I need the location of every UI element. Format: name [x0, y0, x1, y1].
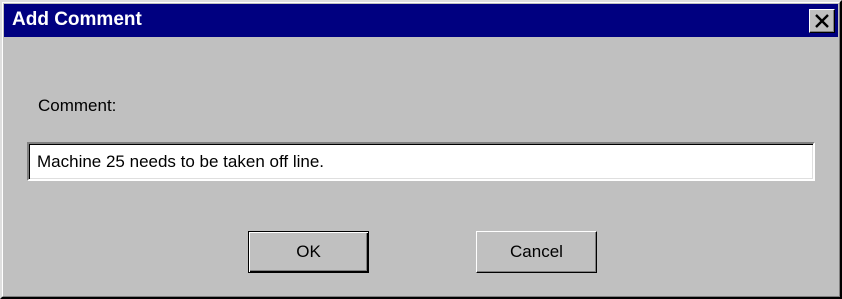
- title-bar[interactable]: Add Comment: [4, 4, 838, 37]
- comment-input[interactable]: [27, 142, 815, 181]
- window-title: Add Comment: [12, 9, 142, 30]
- comment-label: Comment:: [38, 96, 117, 115]
- add-comment-dialog: Add Comment Comment: OK Cancel: [0, 0, 842, 299]
- close-button[interactable]: [809, 9, 835, 33]
- close-icon: [815, 14, 829, 28]
- ok-button[interactable]: OK: [248, 231, 369, 273]
- cancel-button[interactable]: Cancel: [476, 231, 597, 273]
